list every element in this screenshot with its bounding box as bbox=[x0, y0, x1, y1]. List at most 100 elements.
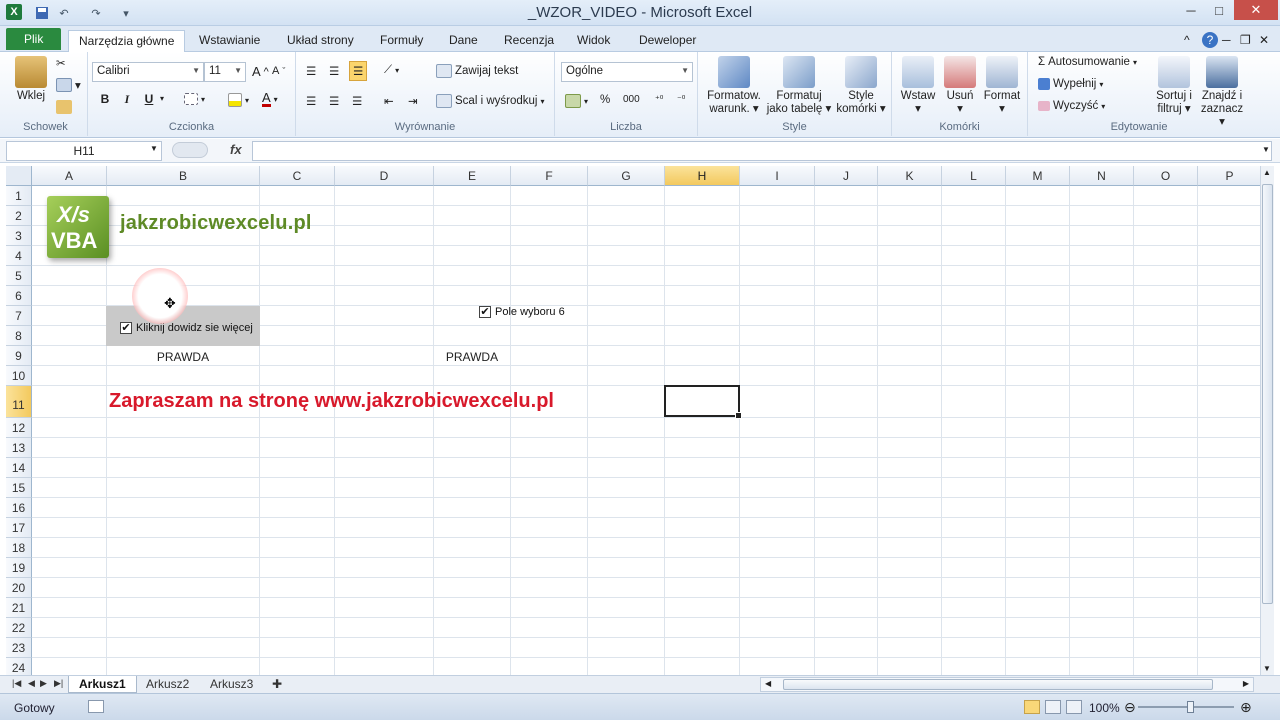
shrink-font-button[interactable]: Aˇ bbox=[272, 65, 285, 77]
scroll-right-icon[interactable]: ▶ bbox=[1243, 679, 1249, 688]
underline-button[interactable]: U bbox=[140, 92, 158, 106]
decrease-decimal-button[interactable]: ⁻⁰ bbox=[677, 94, 685, 105]
delete-cells-button[interactable]: Usuń ▾ bbox=[940, 56, 980, 116]
font-name-combo[interactable]: Calibri ▼ bbox=[92, 62, 204, 82]
row-header-19[interactable]: 19 bbox=[6, 558, 32, 578]
align-middle-button[interactable]: ☰ bbox=[329, 64, 339, 78]
column-header-n[interactable]: N bbox=[1070, 166, 1134, 186]
font-color-button[interactable]: A ▾ bbox=[262, 91, 278, 107]
column-header-l[interactable]: L bbox=[942, 166, 1006, 186]
horizontal-scrollbar[interactable]: ◀ ▶ bbox=[760, 677, 1254, 692]
grow-font-button[interactable]: A ^ bbox=[252, 64, 269, 79]
tab-view[interactable]: Widok bbox=[567, 30, 620, 52]
active-cell-selection[interactable] bbox=[664, 385, 742, 419]
column-header-p[interactable]: P bbox=[1198, 166, 1260, 186]
align-top-button[interactable]: ☰ bbox=[306, 64, 316, 78]
scroll-up-icon[interactable]: ▲ bbox=[1263, 168, 1271, 177]
row-header-3[interactable]: 3 bbox=[6, 226, 32, 246]
doc-minimize-icon[interactable]: ─ bbox=[1218, 30, 1235, 52]
row-header-11[interactable]: 11 bbox=[6, 386, 32, 418]
number-format-combo[interactable]: Ogólne ▼ bbox=[561, 62, 693, 82]
sheet-tab-arkusz1[interactable]: Arkusz1 bbox=[68, 676, 137, 693]
insert-cells-button[interactable]: Wstaw ▾ bbox=[896, 56, 940, 116]
row-header-23[interactable]: 23 bbox=[6, 638, 32, 658]
horizontal-scroll-thumb[interactable] bbox=[783, 679, 1213, 690]
row-header-18[interactable]: 18 bbox=[6, 538, 32, 558]
column-header-o[interactable]: O bbox=[1134, 166, 1198, 186]
prev-sheet-icon[interactable]: ◀ bbox=[28, 678, 35, 689]
thousands-button[interactable]: 000 bbox=[623, 94, 640, 105]
tab-insert[interactable]: Wstawianie bbox=[189, 30, 270, 52]
font-size-combo[interactable]: 11 ▼ bbox=[204, 62, 246, 82]
last-sheet-icon[interactable]: ▶| bbox=[54, 678, 63, 689]
minimize-ribbon-icon[interactable]: ^ bbox=[1180, 30, 1194, 52]
increase-indent-button[interactable]: ⇥ bbox=[408, 94, 418, 108]
row-header-12[interactable]: 12 bbox=[6, 418, 32, 438]
italic-button[interactable]: I bbox=[118, 92, 136, 107]
tab-home[interactable]: Narzędzia główne bbox=[68, 30, 186, 53]
bold-button[interactable]: B bbox=[96, 92, 114, 106]
row-header-14[interactable]: 14 bbox=[6, 458, 32, 478]
fill-button[interactable]: Wypełnij ▾ bbox=[1038, 78, 1103, 90]
first-sheet-icon[interactable]: |◀ bbox=[12, 678, 21, 689]
insert-function-button[interactable]: fx bbox=[230, 142, 242, 157]
column-header-f[interactable]: F bbox=[511, 166, 588, 186]
tab-review[interactable]: Recenzja bbox=[494, 30, 564, 52]
column-header-k[interactable]: K bbox=[878, 166, 942, 186]
row-header-16[interactable]: 16 bbox=[6, 498, 32, 518]
format-as-table-button[interactable]: Formatuj jako tabelę ▾ bbox=[764, 56, 834, 116]
cell-b9[interactable]: PRAWDA bbox=[106, 350, 260, 364]
merge-center-button[interactable]: Scal i wyśrodkuj ▾ bbox=[436, 94, 544, 108]
zoom-in-icon[interactable]: ⊕ bbox=[1240, 699, 1252, 716]
row-header-15[interactable]: 15 bbox=[6, 478, 32, 498]
column-header-g[interactable]: G bbox=[588, 166, 665, 186]
tab-data[interactable]: Dane bbox=[439, 30, 488, 52]
fill-color-button[interactable]: ▾ bbox=[228, 93, 249, 107]
conditional-formatting-button[interactable]: Formatow. warunk. ▾ bbox=[702, 56, 766, 116]
sheet-tab-arkusz3[interactable]: Arkusz3 bbox=[200, 676, 263, 693]
column-header-m[interactable]: M bbox=[1006, 166, 1070, 186]
maximize-button[interactable]: □ bbox=[1204, 0, 1234, 20]
row-header-5[interactable]: 5 bbox=[6, 266, 32, 286]
format-painter-button[interactable] bbox=[56, 100, 72, 114]
tab-formulas[interactable]: Formuły bbox=[370, 30, 433, 52]
borders-button[interactable]: ▾ bbox=[184, 93, 205, 105]
doc-close-icon[interactable]: ✕ bbox=[1255, 30, 1273, 52]
column-header-e[interactable]: E bbox=[434, 166, 511, 186]
row-header-6[interactable]: 6 bbox=[6, 286, 32, 306]
column-header-j[interactable]: J bbox=[815, 166, 878, 186]
copy-button[interactable]: ▾ bbox=[56, 78, 81, 92]
page-layout-view-icon[interactable] bbox=[1045, 700, 1061, 714]
align-right-button[interactable]: ☰ bbox=[352, 94, 362, 108]
cell-e9[interactable]: PRAWDA bbox=[434, 350, 510, 364]
cut-button[interactable]: ✂ bbox=[56, 56, 66, 70]
column-header-h[interactable]: H bbox=[665, 166, 740, 186]
column-header-i[interactable]: I bbox=[740, 166, 815, 186]
row-header-17[interactable]: 17 bbox=[6, 518, 32, 538]
format-cells-button[interactable]: Format ▾ bbox=[980, 56, 1024, 116]
worksheet-grid[interactable]: ABCDEFGHIJKLMNOP 1 2 3 4 5 6 7 8 9 10 11 12 13 14 15 16… bbox=[6, 166, 1260, 675]
checkbox-1-box[interactable]: ✔ bbox=[120, 322, 132, 334]
align-left-button[interactable]: ☰ bbox=[306, 94, 316, 108]
scroll-left-icon[interactable]: ◀ bbox=[765, 679, 771, 688]
checkbox-control-2[interactable]: ✔ Pole wyboru 6 bbox=[479, 306, 565, 318]
select-all-corner[interactable] bbox=[6, 166, 32, 186]
insert-sheet-icon[interactable]: ✚ bbox=[266, 676, 288, 693]
sheet-tab-arkusz2[interactable]: Arkusz2 bbox=[136, 676, 199, 693]
column-header-b[interactable]: B bbox=[107, 166, 260, 186]
increase-decimal-button[interactable]: ⁺⁰ bbox=[655, 94, 663, 105]
row-header-4[interactable]: 4 bbox=[6, 246, 32, 266]
row-header-24[interactable]: 24 bbox=[6, 658, 32, 675]
next-sheet-icon[interactable]: ▶ bbox=[40, 678, 47, 689]
wrap-text-button[interactable]: Zawijaj tekst bbox=[436, 64, 518, 78]
tab-file[interactable]: Plik bbox=[6, 28, 62, 50]
row-header-21[interactable]: 21 bbox=[6, 598, 32, 618]
autosum-button[interactable]: Σ Autosumowanie ▾ bbox=[1038, 56, 1137, 68]
cell-styles-button[interactable]: Style komórki ▾ bbox=[834, 56, 888, 116]
scroll-down-icon[interactable]: ▼ bbox=[1263, 664, 1271, 673]
underline-dropdown[interactable]: ▾ bbox=[160, 94, 164, 103]
normal-view-icon[interactable] bbox=[1024, 700, 1040, 714]
tab-page-layout[interactable]: Układ strony bbox=[277, 30, 364, 52]
row-header-13[interactable]: 13 bbox=[6, 438, 32, 458]
row-header-2[interactable]: 2 bbox=[6, 206, 32, 226]
